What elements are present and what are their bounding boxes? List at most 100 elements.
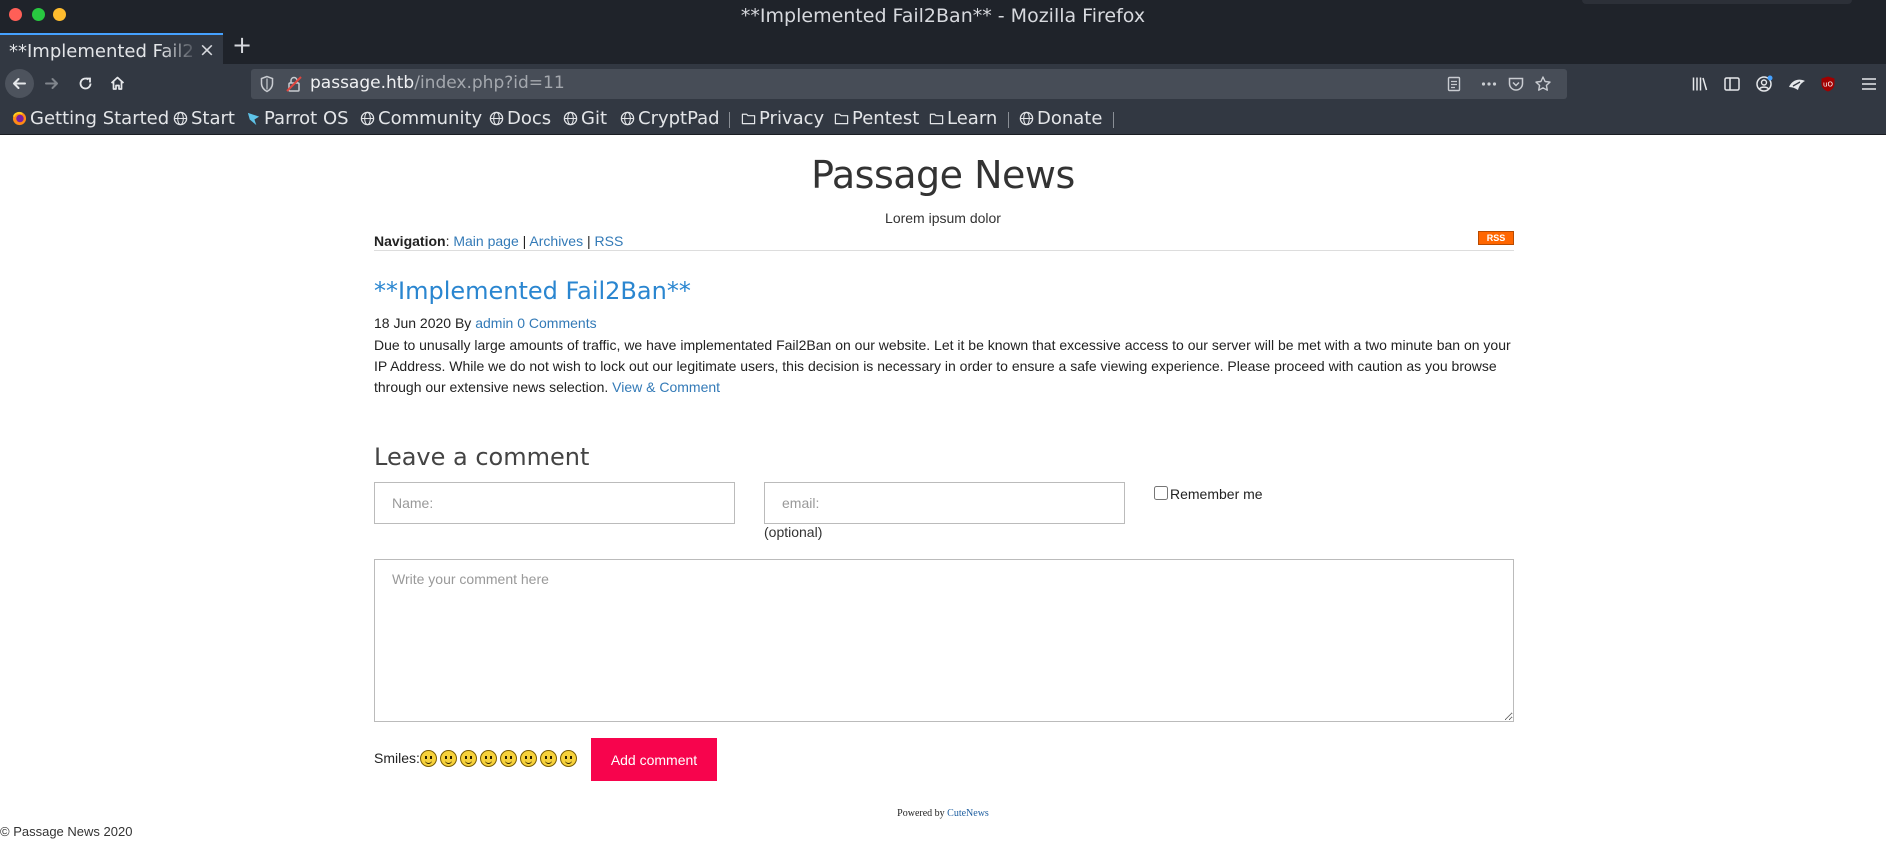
surprised-icon[interactable] [559, 750, 577, 767]
hamburger-menu-icon[interactable] [1860, 75, 1878, 93]
navigation-label: Navigation [374, 233, 446, 249]
bookmark-docs[interactable]: Docs [489, 108, 551, 129]
remember-me-checkbox[interactable] [1154, 486, 1168, 500]
powered-by: Powered by CuteNews [0, 808, 1886, 819]
powered-by-label: Powered by [897, 808, 945, 819]
email-input[interactable] [764, 482, 1125, 524]
ublock-origin-icon[interactable]: uO [1819, 75, 1837, 93]
reader-view-icon[interactable] [1446, 75, 1462, 93]
bookmark-community[interactable]: Community [360, 108, 482, 129]
post-date: 18 Jun 2020 [374, 315, 452, 331]
pocket-icon[interactable] [1507, 75, 1525, 93]
site-subtitle: Lorem ipsum dolor [885, 210, 1001, 226]
post-author-link[interactable]: admin [475, 315, 513, 331]
nav-link-archives[interactable]: Archives [529, 233, 583, 249]
folder-icon [929, 113, 944, 125]
globe-icon [360, 111, 375, 126]
bookmark-label: Donate [1037, 108, 1103, 129]
smile-icon[interactable] [419, 750, 437, 767]
bookmark-parrot-os[interactable]: Parrot OS [246, 108, 349, 129]
url-bar[interactable]: passage.htb/index.php?id=11 [251, 69, 1567, 99]
comment-form-heading: Leave a comment [374, 443, 590, 471]
sidebar-icon[interactable] [1723, 75, 1741, 93]
reload-button[interactable] [71, 69, 100, 98]
insecure-lock-icon[interactable] [286, 75, 302, 93]
bookmark-label: CryptPad [638, 108, 720, 129]
bookmark-label: Learn [947, 108, 998, 129]
confused-icon[interactable] [459, 750, 477, 767]
home-icon [110, 76, 125, 90]
bookmark-donate[interactable]: Donate [1019, 108, 1102, 129]
bookmark-label: Privacy [759, 108, 825, 129]
new-tab-button[interactable]: + [232, 31, 252, 59]
bookmark-cryptpad[interactable]: CryptPad [620, 108, 720, 129]
tab-close-icon[interactable]: × [199, 39, 215, 61]
rss-badge-icon[interactable]: RSS [1478, 231, 1514, 245]
bookmark-start[interactable]: Start [173, 108, 235, 129]
site-title: Passage News [811, 153, 1075, 197]
bookmark-folder-learn[interactable]: Learn [929, 108, 997, 129]
laugh-icon[interactable] [499, 750, 517, 767]
bookmark-label: Parrot OS [264, 108, 349, 129]
url-path: /index.php?id=11 [414, 73, 565, 93]
back-arrow-icon [13, 78, 26, 89]
url-host: passage.htb [310, 73, 415, 93]
comment-textarea[interactable] [374, 559, 1514, 722]
page-content: Passage News Lorem ipsum dolor Navigatio… [0, 135, 1886, 849]
angry-icon[interactable] [539, 750, 557, 767]
bookmarks-toolbar: Getting Started Start Parrot OS Communit… [0, 104, 1886, 135]
globe-icon [1019, 111, 1034, 126]
firefox-icon [12, 111, 27, 126]
bookmark-git[interactable]: Git [563, 108, 607, 129]
bookmark-folder-privacy[interactable]: Privacy [741, 108, 824, 129]
sad-icon[interactable] [519, 750, 537, 767]
page-actions-icon[interactable] [1480, 75, 1498, 93]
tab-active[interactable]: **Implemented Fail2Ban** × [0, 33, 223, 64]
post-title-link[interactable]: **Implemented Fail2Ban** [374, 277, 691, 305]
tongue-icon[interactable] [479, 750, 497, 767]
bookmark-label: Community [378, 108, 483, 129]
back-button[interactable] [5, 69, 34, 98]
remember-me[interactable]: Remember me [1154, 486, 1263, 502]
account-icon[interactable] [1755, 75, 1773, 93]
forward-arrow-icon [45, 78, 58, 89]
view-comment-link[interactable]: View & Comment [612, 379, 720, 395]
bookmark-separator [1113, 112, 1114, 128]
bookmark-getting-started[interactable]: Getting Started [12, 108, 169, 129]
titlebar-edge [1582, 0, 1852, 4]
library-icon[interactable] [1691, 75, 1709, 93]
remember-me-label: Remember me [1170, 486, 1263, 502]
bookmark-star-icon[interactable] [1534, 75, 1552, 93]
wink-icon[interactable] [439, 750, 457, 767]
parrot-icon [247, 112, 260, 126]
nav-link-main-page[interactable]: Main page [453, 233, 518, 249]
copyright: © Passage News 2020 [0, 824, 133, 839]
home-button[interactable] [103, 69, 132, 98]
bookmark-separator [729, 112, 730, 128]
cutenews-link[interactable]: CuteNews [947, 808, 989, 819]
forward-button[interactable] [37, 69, 66, 98]
globe-icon [173, 111, 188, 126]
add-comment-button[interactable]: Add comment [591, 738, 717, 781]
smiles-label: Smiles: [374, 750, 420, 766]
site-navigation: Navigation: Main page | Archives | RSS R… [374, 231, 1514, 251]
post-body: Due to unusally large amounts of traffic… [374, 335, 1514, 398]
url-text[interactable]: passage.htb/index.php?id=11 [310, 73, 565, 93]
post-comments-link[interactable]: 0 Comments [517, 315, 596, 331]
bookmark-label: Start [191, 108, 235, 129]
bookmark-label: Docs [507, 108, 552, 129]
post-meta: 18 Jun 2020 By admin 0 Comments [374, 315, 597, 331]
name-input[interactable] [374, 482, 735, 524]
bookmark-folder-pentest[interactable]: Pentest [834, 108, 919, 129]
navigation-toolbar: passage.htb/index.php?id=11 uO [0, 64, 1886, 104]
globe-icon [620, 111, 635, 126]
post-body-text: Due to unusally large amounts of traffic… [374, 337, 1511, 395]
window-titlebar: **Implemented Fail2Ban** - Mozilla Firef… [0, 0, 1886, 30]
nav-link-rss[interactable]: RSS [595, 233, 624, 249]
bookmark-label: Getting Started [30, 108, 170, 129]
globe-icon [563, 111, 578, 126]
bookmark-separator [1008, 112, 1009, 128]
tracking-shield-icon[interactable] [259, 75, 275, 93]
extension-icon[interactable] [1787, 75, 1807, 93]
bookmark-label: Git [581, 108, 608, 129]
